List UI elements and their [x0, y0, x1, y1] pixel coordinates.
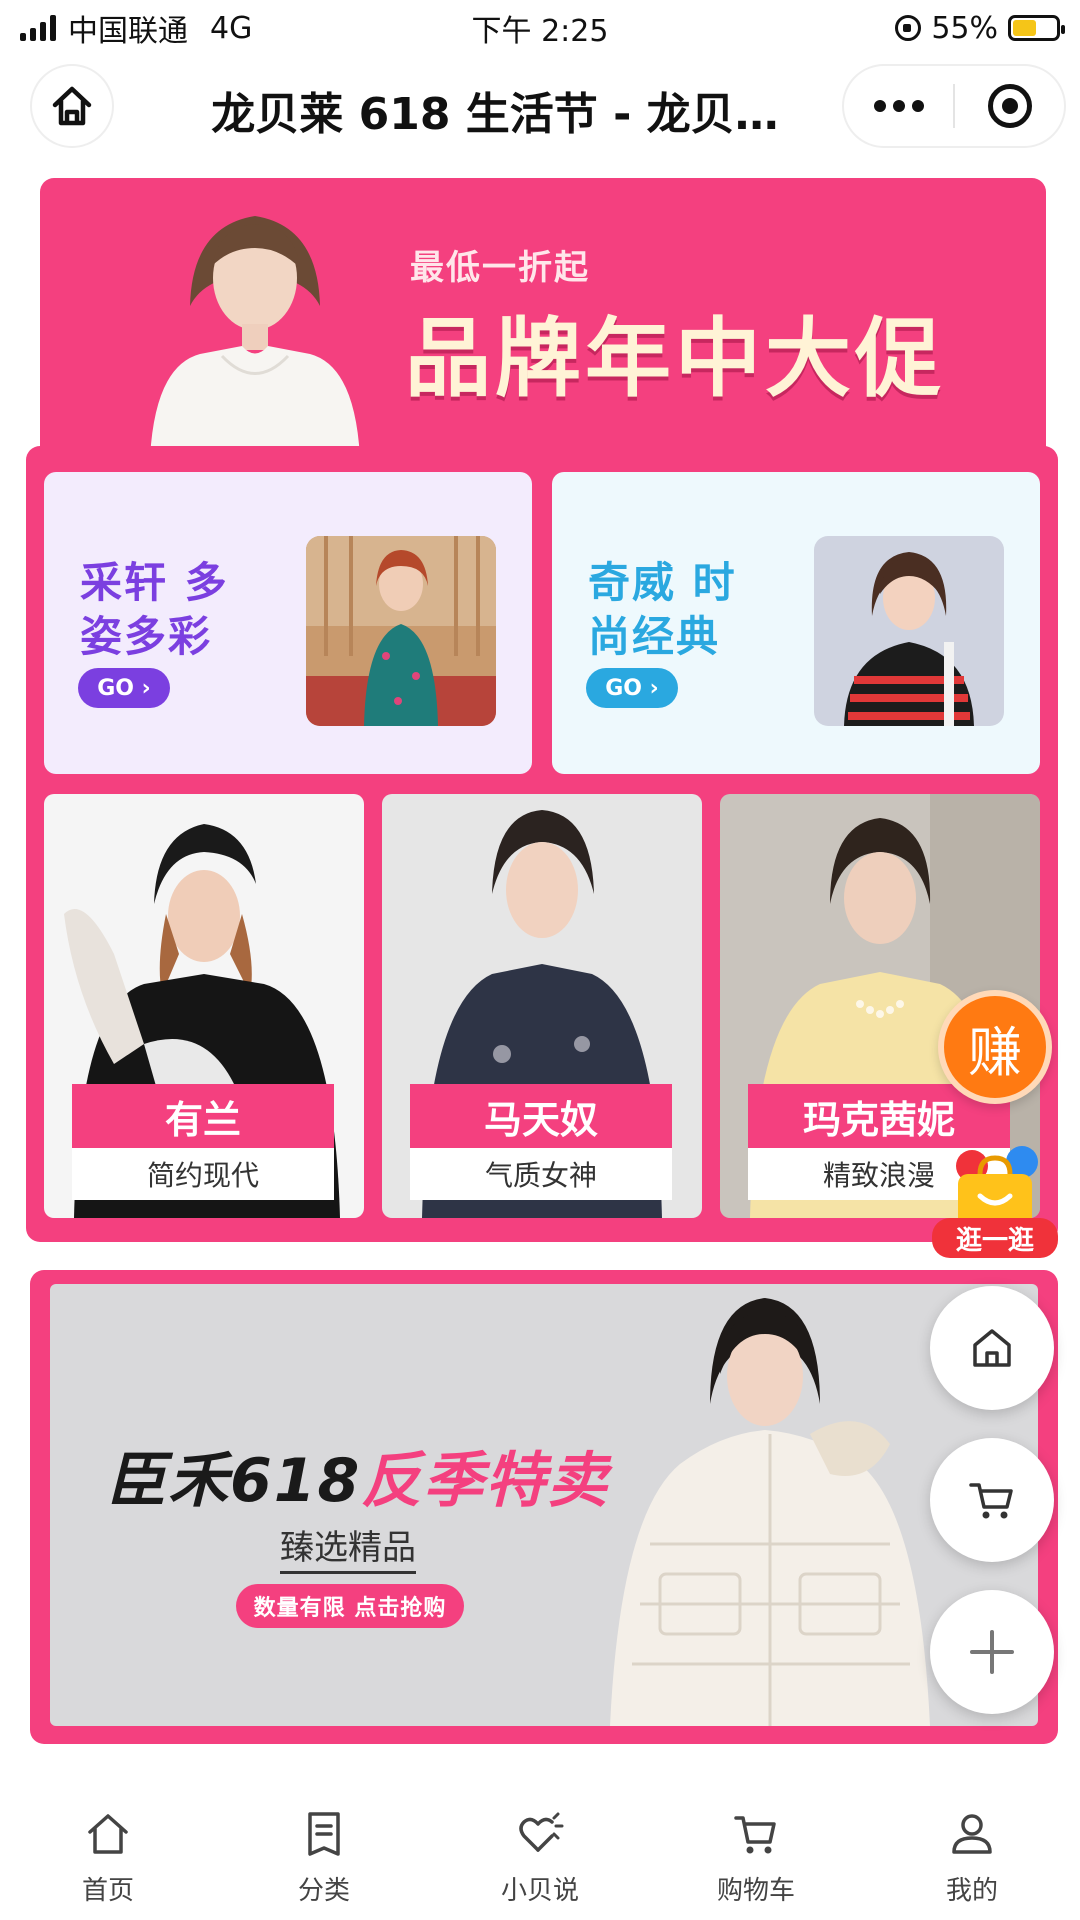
battery-percent: 55%: [931, 10, 998, 46]
brand-name: 马天奴: [410, 1084, 672, 1148]
tab-label: 我的: [945, 1876, 998, 1906]
promo-card-qiwei[interactable]: 奇威 时尚经典 GO ›: [552, 472, 1040, 774]
hero-title: 品牌年中大促: [405, 309, 945, 409]
tab-label: 购物车: [716, 1876, 795, 1906]
nav-bar: 龙贝莱 618 生活节 - 龙贝…: [0, 56, 1080, 156]
go-button[interactable]: GO ›: [78, 668, 170, 708]
promo-title: 奇威 时尚经典: [588, 558, 737, 661]
tab-label: 首页: [81, 1876, 134, 1906]
sale-title: 臣禾618反季特卖: [106, 1432, 609, 1519]
home-icon: [88, 1814, 128, 1854]
promo-title: 采轩 多姿多彩: [80, 558, 229, 661]
tab-mine[interactable]: 我的: [864, 1790, 1080, 1920]
plus-icon: [970, 1630, 1014, 1674]
tab-label: 分类: [297, 1876, 350, 1906]
promo-card-caixuan[interactable]: 采轩 多姿多彩 GO ›: [44, 472, 532, 774]
model-photo: [150, 216, 360, 456]
list-icon: [308, 1812, 340, 1856]
shopping-bag-icon: [956, 1146, 1038, 1228]
brand-section: 采轩 多姿多彩 GO › 奇威 时尚经典 GO › 有兰 简约现代 马天奴 气质…: [26, 446, 1058, 1242]
sale-title-brand: 臣禾618: [106, 1446, 362, 1516]
hero-subtitle: 最低一折起: [410, 248, 590, 288]
brand-tile-youlan[interactable]: 有兰 简约现代: [44, 794, 364, 1218]
tab-xiaobeishuo[interactable]: 小贝说: [432, 1790, 648, 1920]
sale-cta-pill[interactable]: 数量有限 点击抢购: [236, 1584, 464, 1628]
hero-banner[interactable]: 最低一折起 品牌年中大促: [40, 178, 1046, 456]
network-type: 4G: [210, 10, 253, 46]
brand-tagline: 简约现代: [72, 1148, 334, 1200]
go-button[interactable]: GO ›: [586, 668, 678, 708]
target-close-icon: [987, 84, 1032, 128]
sale-banner[interactable]: 臣禾618反季特卖 臻选精品 数量有限 点击抢购: [30, 1270, 1058, 1744]
mini-program-capsule: [842, 64, 1066, 148]
float-home-button[interactable]: [930, 1286, 1054, 1410]
promo-photo: [814, 536, 1004, 726]
earn-button[interactable]: 赚: [938, 990, 1052, 1104]
more-dots-icon[interactable]: [844, 100, 953, 112]
home-outline-icon: [52, 86, 92, 126]
cart-icon: [969, 1483, 1013, 1519]
sale-subtitle: 臻选精品: [280, 1520, 416, 1574]
nav-home-button[interactable]: [30, 64, 114, 148]
signal-icon: [20, 15, 56, 41]
brand-tagline: 气质女神: [410, 1148, 672, 1200]
promo-photo: [306, 536, 496, 726]
tab-category[interactable]: 分类: [216, 1790, 432, 1920]
home-icon: [973, 1329, 1011, 1367]
close-mini-program-button[interactable]: [955, 84, 1064, 128]
status-bar: 中国联通 4G 下午 2:25 55%: [0, 0, 1080, 56]
carrier-name: 中国联通: [68, 14, 188, 49]
tab-bar: 首页 分类 小贝说 购物车 我的: [0, 1790, 1080, 1920]
float-cart-button[interactable]: [930, 1438, 1054, 1562]
heart-sparkle-icon: [519, 1812, 564, 1852]
battery-icon: [1008, 15, 1065, 41]
cart-icon: [734, 1816, 776, 1854]
float-add-button[interactable]: [930, 1590, 1054, 1714]
brand-name: 有兰: [72, 1084, 334, 1148]
tab-label: 小贝说: [500, 1876, 579, 1906]
user-icon: [952, 1814, 992, 1854]
tab-cart[interactable]: 购物车: [648, 1790, 864, 1920]
stroll-label: 逛一逛: [932, 1218, 1058, 1258]
page-title: 龙贝莱 618 生活节 - 龙贝…: [211, 89, 779, 140]
brand-tile-matiannu[interactable]: 马天奴 气质女神: [382, 794, 702, 1218]
sale-banner-inner: 臣禾618反季特卖 臻选精品 数量有限 点击抢购: [50, 1284, 1038, 1726]
stroll-button[interactable]: 逛一逛: [930, 1140, 1060, 1264]
tab-home[interactable]: 首页: [0, 1790, 216, 1920]
rotation-lock-icon: [895, 15, 922, 41]
